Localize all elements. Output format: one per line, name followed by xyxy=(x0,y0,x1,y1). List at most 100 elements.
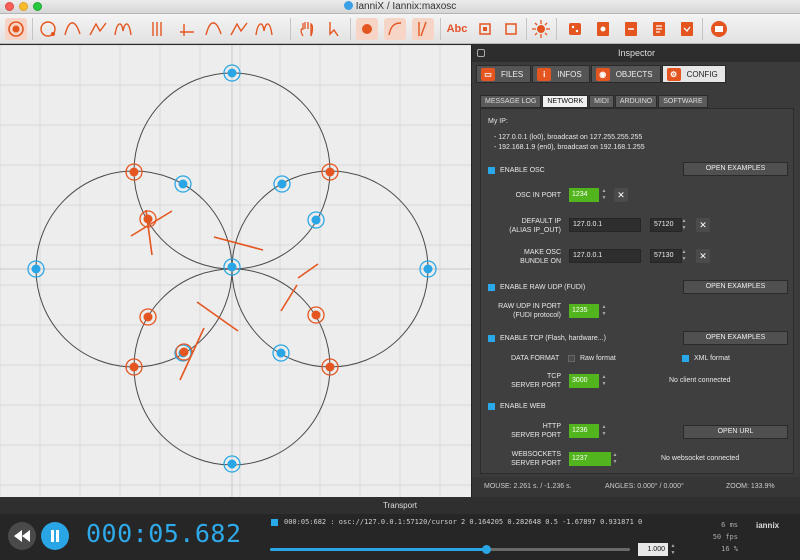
cursor-point[interactable] xyxy=(179,347,189,357)
enable-raw-udp-label: ENABLE RAW UDP (FUDI) xyxy=(500,284,586,291)
record-icon[interactable] xyxy=(5,18,27,40)
transport-panel: Transport 000:05.682 000:05:682 : osc://… xyxy=(0,497,800,560)
subtab-midi[interactable]: MIDI xyxy=(589,95,614,108)
enable-raw-udp-checkbox[interactable] xyxy=(488,284,495,291)
curve-3-icon[interactable] xyxy=(253,18,275,40)
open-examples-tcp-button[interactable]: OPEN EXAMPLES xyxy=(683,331,788,345)
tab-objects[interactable]: ◉ OBJECTS xyxy=(590,65,661,83)
trigger-point[interactable] xyxy=(227,459,237,469)
speed-stepper[interactable]: ▲ ▼ xyxy=(670,543,676,557)
osc-in-port-input[interactable]: 1234 xyxy=(569,188,599,202)
cursor-curve-icon[interactable] xyxy=(176,18,198,40)
cursor-point[interactable] xyxy=(325,362,335,372)
raw-format-checkbox[interactable] xyxy=(568,355,575,362)
enable-osc-label: ENABLE OSC xyxy=(500,167,545,174)
tab-infos[interactable]: i INFOS xyxy=(532,65,590,83)
trigger-point[interactable] xyxy=(227,68,237,78)
dice-icon[interactable] xyxy=(564,18,586,40)
enable-web-checkbox[interactable] xyxy=(488,403,495,410)
subtab-software[interactable]: SOFTWARE xyxy=(658,95,708,108)
open-examples-osc-button[interactable]: OPEN EXAMPLES xyxy=(683,162,788,176)
open-url-button[interactable]: OPEN URL xyxy=(683,425,788,439)
export-icon[interactable] xyxy=(620,18,642,40)
pause-button[interactable] xyxy=(41,522,69,550)
cursor-point[interactable] xyxy=(325,167,335,177)
tcp-port-label: TCP SERVER PORT xyxy=(511,373,561,389)
chip-2-icon[interactable] xyxy=(500,18,522,40)
cursor-point[interactable] xyxy=(143,312,153,322)
trigger-point[interactable] xyxy=(311,215,321,225)
bundle-port-input[interactable]: 57130 xyxy=(650,249,682,263)
snap-icon[interactable] xyxy=(356,18,378,40)
trigger-icon[interactable] xyxy=(146,18,168,40)
open-examples-udp-button[interactable]: OPEN EXAMPLES xyxy=(683,280,788,294)
speed-input[interactable]: 1.000 xyxy=(638,543,668,556)
trigger-point[interactable] xyxy=(178,179,188,189)
bundle-ip-input[interactable]: 127.0.0.1 xyxy=(569,249,641,263)
curve-2-icon[interactable] xyxy=(228,18,250,40)
trigger-point[interactable] xyxy=(423,264,433,274)
circle-curve-icon[interactable] xyxy=(37,18,59,40)
bezier-curve-icon[interactable] xyxy=(62,18,84,40)
link-icon[interactable]: ✕ xyxy=(696,218,710,232)
default-ip-input[interactable]: 127.0.0.1 xyxy=(569,218,641,232)
tcp-port-stepper[interactable]: ▲ ▼ xyxy=(601,374,607,388)
enable-tcp-checkbox[interactable] xyxy=(488,335,495,342)
trigger-point[interactable] xyxy=(31,264,41,274)
subtab-message-log[interactable]: MESSAGE LOG xyxy=(480,95,542,108)
bezier-curve-2-icon[interactable] xyxy=(87,18,109,40)
trigger-point[interactable] xyxy=(227,262,237,272)
score-canvas[interactable] xyxy=(0,45,471,497)
websockets-port-label: WEBSOCKETS SERVER PORT xyxy=(511,451,561,467)
tab-config[interactable]: ⚙ CONFIG xyxy=(661,65,726,83)
cursor-point[interactable] xyxy=(311,310,321,320)
timeline-icon[interactable] xyxy=(412,18,434,40)
tcp-port-input[interactable]: 3000 xyxy=(569,374,599,388)
raw-udp-port-input[interactable]: 1235 xyxy=(569,304,599,318)
http-port-input[interactable]: 1236 xyxy=(569,424,599,438)
bundle-port-stepper[interactable]: ▲ ▼ xyxy=(681,249,687,263)
clipboard-icon[interactable] xyxy=(676,18,698,40)
default-ip-port-stepper[interactable]: ▲ ▼ xyxy=(681,218,687,232)
cursor-point[interactable] xyxy=(143,214,153,224)
cursor-trail[interactable] xyxy=(280,284,298,312)
cursor-point[interactable] xyxy=(129,167,139,177)
tab-files[interactable]: ▭ FILES xyxy=(476,65,532,83)
enable-osc-checkbox[interactable] xyxy=(488,167,495,174)
link-icon[interactable]: ✕ xyxy=(696,249,710,263)
sun-icon[interactable] xyxy=(530,18,552,40)
folder-icon[interactable] xyxy=(708,18,730,40)
score-drawing[interactable] xyxy=(0,45,471,497)
rewind-button[interactable] xyxy=(8,522,36,550)
text-tool-button[interactable]: Abc xyxy=(444,18,470,40)
raw-udp-port-stepper[interactable]: ▲ ▼ xyxy=(601,304,607,318)
app-window: IanniX / Iannix:maxosc Abc Inspector ▭ F… xyxy=(0,0,800,560)
document-icon[interactable] xyxy=(648,18,670,40)
xml-format-checkbox[interactable] xyxy=(682,355,689,362)
chip-icon[interactable] xyxy=(474,18,496,40)
curve-icon[interactable] xyxy=(203,18,225,40)
trigger-point[interactable] xyxy=(277,179,287,189)
open-file-icon[interactable] xyxy=(592,18,614,40)
ellipse-curve-icon[interactable] xyxy=(112,18,134,40)
slider-handle[interactable] xyxy=(482,545,491,554)
my-ip-label: My IP: xyxy=(488,118,508,125)
grid-icon[interactable] xyxy=(384,18,406,40)
default-ip-port-input[interactable]: 57120 xyxy=(650,218,682,232)
cursor-trail[interactable] xyxy=(213,236,264,251)
websockets-port-input[interactable]: 1237 xyxy=(569,452,611,466)
speed-slider[interactable] xyxy=(270,545,630,554)
cursor-trail[interactable] xyxy=(297,263,319,279)
cursor-tool-icon[interactable] xyxy=(324,18,346,40)
hand-icon[interactable] xyxy=(296,18,318,40)
link-icon[interactable]: ✕ xyxy=(614,188,628,202)
http-port-stepper[interactable]: ▲ ▼ xyxy=(601,424,607,438)
cursor-point[interactable] xyxy=(129,362,139,372)
trigger-point[interactable] xyxy=(276,348,286,358)
subtab-arduino[interactable]: ARDUINO xyxy=(614,95,658,108)
osc-in-port-stepper[interactable]: ▲ ▼ xyxy=(601,188,607,202)
cursor-trail[interactable] xyxy=(130,210,173,237)
websockets-port-stepper[interactable]: ▲ ▼ xyxy=(612,452,618,466)
subtab-network[interactable]: NETWORK xyxy=(542,95,589,108)
undock-icon[interactable] xyxy=(477,49,485,57)
